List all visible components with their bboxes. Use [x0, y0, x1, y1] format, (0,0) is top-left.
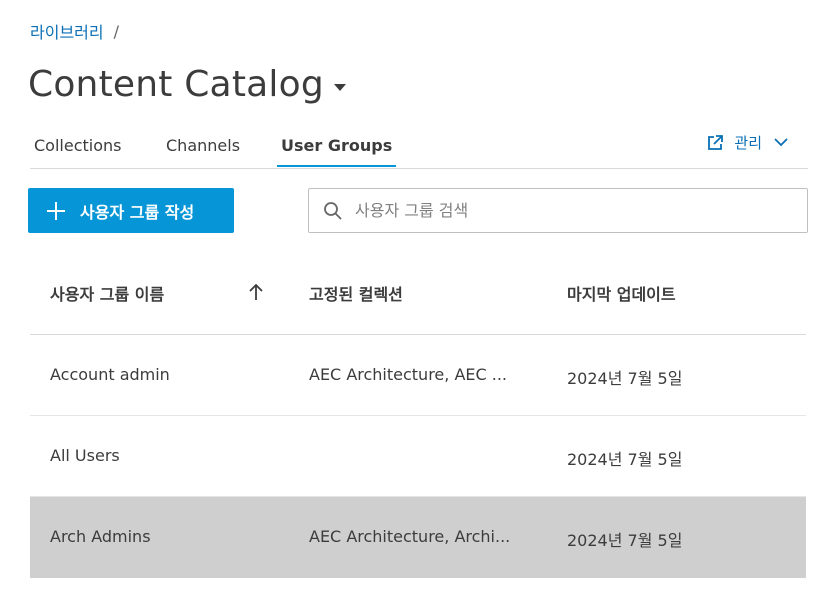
- sort-ascending-arrow-icon[interactable]: [248, 283, 264, 301]
- tab-channels[interactable]: Channels: [166, 136, 240, 165]
- breadcrumb-library-link[interactable]: 라이브러리: [30, 19, 104, 43]
- page-title: Content Catalog: [28, 64, 324, 105]
- tab-collections[interactable]: Collections: [34, 136, 121, 165]
- cell-pinned-collections: AEC Architecture, Archi...: [309, 527, 511, 546]
- search-icon: [323, 201, 343, 221]
- create-user-group-button[interactable]: 사용자 그룹 작성: [28, 188, 234, 233]
- tab-user-groups[interactable]: User Groups: [277, 136, 397, 167]
- plus-icon: [46, 201, 66, 221]
- column-header-last-updated[interactable]: 마지막 업데이트: [567, 281, 676, 305]
- table-row[interactable]: All Users 2024년 7월 5일: [30, 416, 806, 497]
- table-row[interactable]: Account admin AEC Architecture, AEC ... …: [30, 335, 806, 416]
- catalog-title-dropdown[interactable]: Content Catalog: [28, 64, 346, 105]
- search-box: [308, 188, 808, 233]
- table-header: 사용자 그룹 이름 고정된 컬렉션 마지막 업데이트: [30, 252, 806, 335]
- table-row-selected[interactable]: Arch Admins AEC Architecture, Archi... 2…: [30, 497, 806, 578]
- manage-menu-button[interactable]: 관리: [706, 132, 788, 153]
- column-header-name[interactable]: 사용자 그룹 이름: [50, 281, 164, 305]
- chevron-down-icon: [774, 138, 788, 147]
- cell-group-name: Arch Admins: [50, 527, 151, 546]
- cell-pinned-collections: AEC Architecture, AEC ...: [309, 365, 508, 384]
- manage-label: 관리: [734, 134, 762, 152]
- user-groups-table: 사용자 그룹 이름 고정된 컬렉션 마지막 업데이트 Account admin…: [30, 252, 806, 578]
- cell-last-updated: 2024년 7월 5일: [567, 369, 683, 388]
- external-link-icon: [706, 134, 724, 152]
- page: 라이브러리 / Content Catalog Collections Chan…: [0, 0, 836, 593]
- breadcrumb: 라이브러리 /: [30, 19, 119, 43]
- cell-last-updated: 2024년 7월 5일: [567, 450, 683, 469]
- tab-bar: Collections Channels User Groups 관리: [30, 124, 808, 169]
- cell-group-name: All Users: [50, 446, 120, 465]
- breadcrumb-separator: /: [113, 21, 119, 41]
- column-header-pinned-collections[interactable]: 고정된 컬렉션: [309, 281, 403, 305]
- create-user-group-label: 사용자 그룹 작성: [80, 202, 195, 222]
- cell-last-updated: 2024년 7월 5일: [567, 531, 683, 550]
- cell-group-name: Account admin: [50, 365, 170, 384]
- caret-down-icon: [333, 77, 346, 96]
- search-input[interactable]: [353, 200, 797, 221]
